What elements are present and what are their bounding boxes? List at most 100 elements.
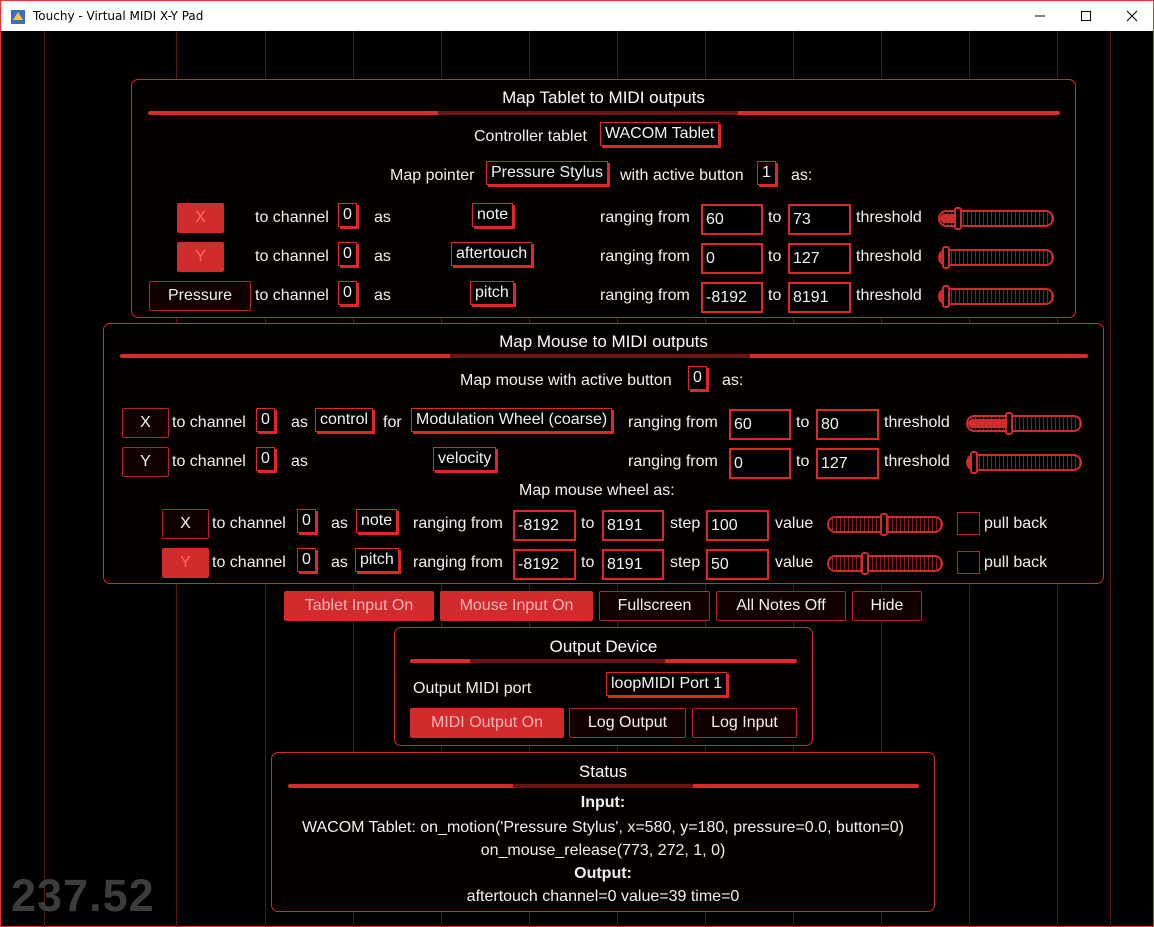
mouse-input-toggle[interactable]: Mouse Input On (440, 591, 593, 621)
tablet-axis-x-button[interactable]: X (177, 203, 224, 233)
pointer-select[interactable]: Pressure Stylus (486, 161, 609, 185)
wheel-x-pull-back-checkbox[interactable] (957, 512, 980, 535)
midi-output-toggle[interactable]: MIDI Output On (410, 708, 564, 738)
as-label: as: (722, 372, 744, 389)
tablet-y-channel-select[interactable]: 0 (338, 242, 357, 266)
minimize-button[interactable] (1017, 1, 1063, 31)
log-input-button[interactable]: Log Input (692, 708, 797, 738)
hide-button[interactable]: Hide (852, 591, 922, 621)
to-channel-label: to channel (212, 554, 286, 571)
tablet-input-toggle[interactable]: Tablet Input On (284, 591, 434, 621)
controller-tablet-label: Controller tablet (474, 128, 587, 145)
wheel-y-value-slider[interactable] (827, 552, 943, 575)
step-label: step (670, 554, 701, 571)
tablet-x-channel-select[interactable]: 0 (338, 203, 357, 227)
mouse-x-threshold-slider[interactable] (966, 412, 1082, 435)
wheel-y-channel-select[interactable]: 0 (297, 548, 316, 572)
mouse-y-threshold-slider[interactable] (966, 451, 1082, 474)
mouse-x-channel-select[interactable]: 0 (256, 408, 275, 432)
fullscreen-button[interactable]: Fullscreen (599, 591, 710, 621)
maximize-icon (1081, 11, 1091, 21)
mouse-y-mapping-select[interactable]: velocity (433, 447, 497, 471)
mouse-panel-title: Map Mouse to MIDI outputs (499, 332, 708, 351)
as-label: as (374, 287, 391, 304)
tablet-x-threshold-slider[interactable] (938, 207, 1054, 230)
as-label: as (374, 248, 391, 265)
tablet-pressure-mapping-select[interactable]: pitch (470, 281, 514, 305)
to-label: to (581, 515, 595, 532)
wheel-x-channel-select[interactable]: 0 (297, 509, 316, 533)
ranging-from-label: ranging from (600, 248, 690, 265)
tablet-y-to-field[interactable]: 127 (788, 243, 851, 274)
tablet-x-mapping-select[interactable]: note (472, 203, 514, 227)
status-panel-title: Status (578, 762, 628, 781)
all-notes-off-button[interactable]: All Notes Off (716, 591, 846, 621)
tablet-x-to-field[interactable]: 73 (788, 204, 851, 235)
mouse-axis-y-button[interactable]: Y (122, 447, 169, 477)
close-icon (1126, 10, 1138, 22)
wheel-axis-x-button[interactable]: X (162, 509, 209, 539)
fps-counter: 237.52 (11, 870, 155, 921)
wheel-x-from-field[interactable]: -8192 (513, 510, 576, 541)
grid-line (44, 31, 45, 927)
mouse-active-button-select[interactable]: 0 (688, 366, 707, 390)
wheel-axis-y-button[interactable]: Y (162, 548, 209, 578)
output-port-label: Output MIDI port (413, 680, 532, 697)
wheel-y-mapping-select[interactable]: pitch (355, 548, 399, 572)
mouse-y-to-field[interactable]: 127 (816, 448, 879, 479)
controller-tablet-select[interactable]: WACOM Tablet (600, 122, 720, 146)
output-panel-title: Output Device (549, 637, 658, 656)
ranging-from-label: ranging from (628, 414, 718, 431)
log-output-button[interactable]: Log Output (569, 708, 686, 738)
tablet-y-from-field[interactable]: 0 (701, 243, 763, 274)
mouse-y-channel-select[interactable]: 0 (256, 447, 275, 471)
to-channel-label: to channel (255, 209, 329, 226)
tablet-x-from-field[interactable]: 60 (701, 204, 763, 235)
ranging-from-label: ranging from (600, 287, 690, 304)
as-label: as: (791, 167, 813, 184)
tablet-y-threshold-slider[interactable] (938, 246, 1054, 269)
tablet-pressure-channel-select[interactable]: 0 (338, 281, 357, 305)
mouse-axis-x-button[interactable]: X (122, 408, 169, 438)
wheel-x-value-slider[interactable] (827, 513, 943, 536)
wheel-x-mapping-select[interactable]: note (356, 509, 398, 533)
threshold-label: threshold (856, 209, 922, 226)
to-label: to (768, 248, 782, 265)
to-label: to (796, 453, 810, 470)
wheel-y-step-field[interactable]: 50 (706, 549, 769, 580)
wheel-y-from-field[interactable]: -8192 (513, 549, 576, 580)
active-button-select[interactable]: 1 (757, 161, 776, 185)
wheel-x-to-field[interactable]: 8191 (602, 510, 664, 541)
maximize-button[interactable] (1063, 1, 1109, 31)
as-label: as (291, 414, 308, 431)
input-heading: Input: (580, 794, 626, 811)
tablet-panel-rule (148, 111, 1060, 115)
tablet-y-mapping-select[interactable]: aftertouch (451, 242, 533, 266)
tablet-pressure-threshold-slider[interactable] (938, 285, 1054, 308)
mouse-x-to-field[interactable]: 80 (816, 409, 879, 440)
mouse-x-controller-select[interactable]: Modulation Wheel (coarse) (411, 408, 613, 432)
to-channel-label: to channel (255, 248, 329, 265)
status-panel: Status Input: WACOM Tablet: on_motion('P… (271, 752, 935, 912)
wheel-y-pull-back-checkbox[interactable] (957, 551, 980, 574)
mouse-active-button-label: Map mouse with active button (460, 372, 672, 389)
output-port-select[interactable]: loopMIDI Port 1 (606, 672, 728, 696)
tablet-pressure-from-field[interactable]: -8192 (701, 282, 763, 313)
to-channel-label: to channel (172, 453, 246, 470)
minimize-icon (1035, 15, 1045, 17)
map-pointer-label: Map pointer (390, 167, 475, 184)
mouse-y-from-field[interactable]: 0 (729, 448, 791, 479)
wheel-y-to-field[interactable]: 8191 (602, 549, 664, 580)
output-log-line: aftertouch channel=0 value=39 time=0 (466, 888, 740, 905)
mouse-x-from-field[interactable]: 60 (729, 409, 791, 440)
window-title: Touchy - Virtual MIDI X-Y Pad (33, 9, 204, 23)
tablet-pressure-to-field[interactable]: 8191 (788, 282, 851, 313)
close-button[interactable] (1109, 1, 1154, 31)
tablet-axis-pressure-button[interactable]: Pressure (149, 281, 251, 311)
mouse-x-mapping-select[interactable]: control (315, 408, 374, 432)
value-label: value (775, 554, 814, 571)
tablet-axis-y-button[interactable]: Y (177, 242, 224, 272)
wheel-x-step-field[interactable]: 100 (706, 510, 769, 541)
status-panel-rule (288, 784, 919, 788)
value-label: value (775, 515, 814, 532)
